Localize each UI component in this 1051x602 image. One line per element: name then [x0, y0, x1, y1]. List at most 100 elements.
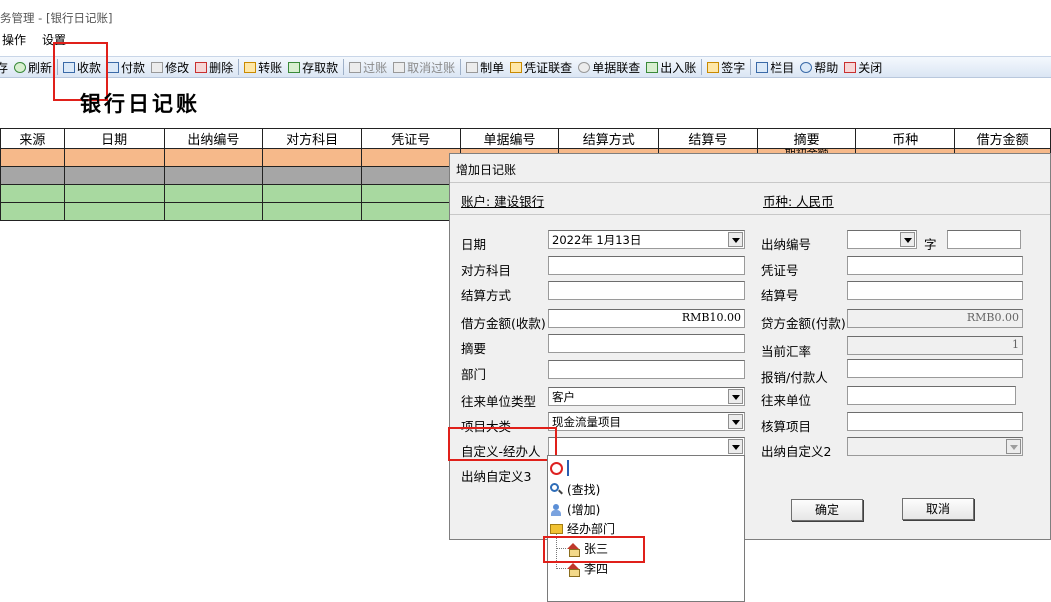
clear-icon — [550, 461, 563, 475]
department-input[interactable] — [548, 360, 745, 379]
toolbar-separator — [701, 59, 703, 75]
date-label: 日期 — [461, 237, 487, 252]
column-header[interactable]: 凭证号 — [360, 128, 461, 149]
delete-icon — [195, 61, 208, 73]
deposit-icon — [288, 61, 301, 73]
list-item[interactable]: 经办部门 — [550, 520, 615, 537]
house-icon — [567, 562, 580, 577]
partner-type-label: 往来单位类型 — [461, 394, 537, 409]
partner-label: 往来单位 — [761, 393, 812, 408]
column-header[interactable]: 日期 — [63, 128, 165, 149]
toolbar-in-out-button[interactable]: 出入账 — [643, 57, 699, 77]
department-label: 部门 — [461, 367, 487, 382]
currency-label: 币种: 人民币 — [763, 194, 834, 209]
accounting-item-input[interactable] — [847, 412, 1023, 431]
toolbar-payment-button[interactable]: 付款 — [104, 57, 148, 77]
cashier-custom3-label: 出纳自定义3 — [461, 469, 532, 484]
toolbar-voucher-make-button[interactable]: 制单 — [463, 57, 507, 77]
toolbar-help-button[interactable]: 帮助 — [797, 57, 841, 77]
search-icon — [550, 483, 563, 496]
accounting-item-label: 核算项目 — [761, 419, 812, 434]
toolbar-refresh-button[interactable]: 刷新 — [11, 57, 55, 77]
toolbar-save-button[interactable]: 存 — [0, 57, 11, 77]
voucher-make-icon — [466, 61, 479, 73]
list-item[interactable]: (查找) — [550, 481, 600, 498]
debit-amount-input[interactable]: RMB10.00 — [548, 309, 745, 328]
page-title: 银行日记账 — [80, 91, 200, 116]
list-item[interactable]: (增加) — [550, 501, 600, 518]
toolbar-edit-button[interactable]: 修改 — [148, 57, 192, 77]
chevron-down-icon[interactable] — [728, 232, 743, 247]
dialog-title: 增加日记账 — [456, 163, 517, 177]
settlement-method-input[interactable] — [548, 281, 745, 300]
column-header[interactable]: 借方金额 — [954, 128, 1051, 149]
menu-bar: 操作 设置 — [0, 31, 68, 48]
table-header-row: 来源 日期 出纳编号 对方科目 凭证号 单据编号 结算方式 结算号 摘要 币种 … — [0, 128, 1051, 149]
folder-icon — [550, 523, 563, 534]
toolbar-post-button[interactable]: 过账 — [346, 57, 390, 77]
summary-input[interactable] — [548, 334, 745, 353]
menu-settings[interactable]: 设置 — [40, 31, 68, 48]
voucher-number-input[interactable] — [847, 256, 1023, 275]
close-icon — [844, 61, 857, 73]
payee-input[interactable] — [847, 359, 1023, 378]
partner-input[interactable] — [847, 386, 1016, 405]
tree-connector — [556, 534, 557, 569]
transfer-icon — [244, 61, 257, 73]
column-header[interactable]: 结算方式 — [558, 128, 660, 149]
partner-type-dropdown[interactable]: 客户 — [548, 387, 745, 406]
cashier-word-label: 字 — [924, 237, 937, 252]
handler-label: 自定义-经办人 — [461, 444, 541, 459]
voucher-number-label: 凭证号 — [761, 263, 799, 278]
settlement-number-input[interactable] — [847, 281, 1023, 300]
toolbar-deposit-button[interactable]: 存取款 — [285, 57, 341, 77]
column-header[interactable]: 摘要 — [756, 128, 857, 149]
cashier-number-input[interactable] — [947, 230, 1021, 249]
chevron-down-icon[interactable] — [728, 414, 743, 429]
ok-button[interactable]: 确定 — [791, 499, 863, 521]
menu-operate[interactable]: 操作 — [0, 31, 28, 48]
toolbar-document-query-button[interactable]: 单据联查 — [575, 57, 643, 77]
toolbar-separator — [750, 59, 752, 75]
list-item-zhangsan[interactable]: 张三 — [567, 540, 608, 557]
column-header[interactable]: 币种 — [855, 128, 956, 149]
columns-icon — [756, 61, 769, 73]
handler-dropdown[interactable] — [548, 437, 745, 456]
toolbar-separator — [343, 59, 345, 75]
project-category-label: 项目大类 — [461, 419, 512, 434]
toolbar-columns-button[interactable]: 栏目 — [753, 57, 797, 77]
post-icon — [349, 61, 362, 73]
counter-account-label: 对方科目 — [461, 263, 512, 278]
add-user-icon — [550, 503, 563, 516]
toolbar-delete-button[interactable]: 删除 — [192, 57, 236, 77]
chevron-down-icon[interactable] — [728, 389, 743, 404]
column-header[interactable]: 单据编号 — [459, 128, 560, 149]
toolbar-separator — [238, 59, 240, 75]
column-header[interactable]: 对方科目 — [262, 128, 362, 149]
voucher-query-icon — [510, 61, 523, 73]
cancel-button[interactable]: 取消 — [902, 498, 974, 520]
list-item[interactable] — [550, 460, 569, 476]
toolbar-receipt-button[interactable]: 收款 — [60, 57, 104, 77]
toolbar-voucher-query-button[interactable]: 凭证联查 — [507, 57, 575, 77]
column-header[interactable]: 来源 — [0, 128, 65, 149]
column-header[interactable]: 出纳编号 — [163, 128, 264, 149]
toolbar-sign-button[interactable]: 签字 — [704, 57, 748, 77]
date-dropdown[interactable]: 2022年 1月13日 — [548, 230, 745, 249]
list-item-lisi[interactable]: 李四 — [567, 560, 608, 577]
column-header[interactable]: 结算号 — [658, 128, 758, 149]
toolbar-close-button[interactable]: 关闭 — [841, 57, 885, 77]
chevron-down-icon[interactable] — [900, 232, 915, 247]
receipt-icon — [63, 61, 76, 73]
add-journal-dialog: 增加日记账 账户: 建设银行 币种: 人民币 日期 2022年 1月13日 对方… — [449, 153, 1051, 540]
project-category-dropdown[interactable]: 现金流量项目 — [548, 412, 745, 431]
house-icon — [567, 542, 580, 557]
document-query-icon — [578, 61, 591, 73]
cashier-number-dropdown[interactable] — [847, 230, 917, 249]
tree-connector — [556, 568, 566, 569]
cashier-number-label: 出纳编号 — [761, 237, 812, 252]
chevron-down-icon[interactable] — [728, 439, 743, 454]
toolbar-transfer-button[interactable]: 转账 — [241, 57, 285, 77]
toolbar-unpost-button[interactable]: 取消过账 — [390, 57, 458, 77]
counter-account-input[interactable] — [548, 256, 745, 275]
